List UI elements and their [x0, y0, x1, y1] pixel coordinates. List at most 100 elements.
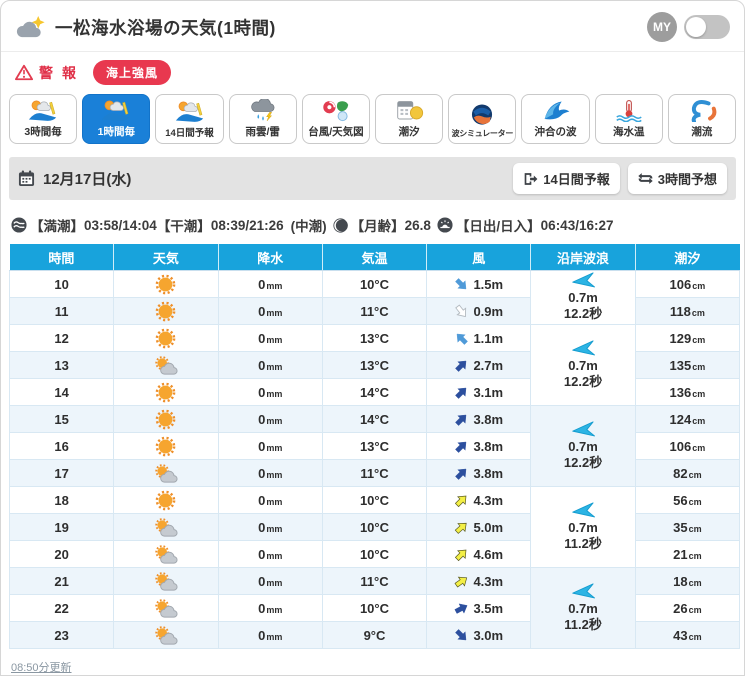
- wind-arrow-icon: [455, 549, 467, 561]
- moon-age-label: 【月齢】: [350, 219, 405, 234]
- tab-label: 潮流: [691, 126, 713, 138]
- date-bar-buttons: 14日間予報 3時間予想: [513, 163, 727, 194]
- my-area: MY: [647, 12, 730, 42]
- wave-height: 0.7m: [568, 519, 598, 535]
- precip-cell: 0mm: [217, 324, 323, 352]
- unit-label: cm: [692, 415, 706, 426]
- date-label: 12月17日(水): [43, 171, 132, 188]
- button-label: 14日間予報: [543, 172, 610, 187]
- toggle-knob: [686, 17, 706, 37]
- wind-wrap: 5.0m: [427, 520, 530, 535]
- temp-cell: 10°C: [321, 594, 428, 622]
- wave-height: 0.7m: [568, 438, 598, 454]
- page: 一松海水浴場の天気(1時間) MY 警報 海上強風 3時間毎 1時間毎 14日間…: [0, 0, 745, 676]
- weather-partly-icon: [155, 571, 178, 591]
- column-header: 気温: [322, 244, 428, 271]
- temp-cell: 14°C: [321, 405, 428, 433]
- precip-cell: 0mm: [217, 297, 323, 325]
- wave-direction-arrow-icon: [571, 272, 595, 288]
- wind-speed: 3.5m: [473, 600, 504, 616]
- weather-cell: [113, 378, 219, 406]
- weather-partly-icon: [155, 625, 178, 645]
- tide-level-cell: 43cm: [634, 621, 741, 649]
- tab-tide[interactable]: 潮汐: [375, 94, 444, 144]
- weather-cell: [113, 540, 219, 568]
- unit-label: mm: [266, 577, 283, 588]
- tab-label: 14日間予報: [165, 128, 214, 139]
- tab-label: 雨雲/雷: [245, 126, 280, 138]
- wind-cell: 5.0m: [426, 513, 532, 541]
- hour-cell: 19: [8, 513, 115, 541]
- button-3hour-forecast[interactable]: 3時間予想: [627, 163, 727, 194]
- hour-cell: 16: [8, 432, 115, 460]
- hour-cell: 10: [8, 270, 115, 298]
- tide-wave-icon: [11, 217, 27, 233]
- my-toggle[interactable]: [684, 15, 730, 39]
- tide-level-cell: 82cm: [634, 459, 741, 487]
- typhoon-map-icon: [323, 101, 349, 122]
- forecast-row: 12 0mm 13°C 1.1m 0.7m 12.2秒 129cm: [8, 324, 741, 406]
- wind-speed: 5.0m: [473, 519, 504, 535]
- hour-cell: 20: [8, 540, 115, 568]
- temp-cell: 13°C: [321, 351, 428, 379]
- wave-direction-arrow-icon: [571, 340, 595, 356]
- wind-speed: 2.7m: [473, 357, 504, 373]
- wind-arrow-icon: [454, 603, 468, 614]
- wind-speed: 0.9m: [473, 303, 504, 319]
- wave-direction-arrow-icon: [571, 583, 595, 599]
- hour-cell: 18: [8, 486, 115, 514]
- my-badge[interactable]: MY: [647, 12, 677, 42]
- button-14day-forecast[interactable]: 14日間予報: [513, 163, 620, 194]
- tab-offshore[interactable]: 沖合の波: [521, 94, 590, 144]
- tab-14day[interactable]: 14日間予報: [155, 94, 224, 144]
- wind-arrow-icon: [455, 303, 467, 317]
- wind-cell: 3.1m: [426, 378, 532, 406]
- wind-arrow-icon: [455, 360, 467, 372]
- temp-cell: 11°C: [321, 567, 428, 595]
- tide-phase: (中潮): [290, 219, 327, 234]
- tide-level-cell: 18cm: [634, 567, 741, 595]
- coastal-wave-cell: 0.7m 12.2秒: [530, 324, 636, 406]
- temp-cell: 11°C: [321, 459, 428, 487]
- wave-period: 12.2秒: [563, 454, 603, 470]
- unit-label: mm: [266, 631, 283, 642]
- column-header: 天気: [113, 244, 219, 271]
- tab-wavesim[interactable]: 波シミュレーター: [448, 94, 517, 144]
- tab-typhoon[interactable]: 台風/天気図: [301, 94, 371, 144]
- tab-current[interactable]: 潮流: [667, 94, 737, 144]
- tab-seatemp[interactable]: 海水温: [594, 94, 663, 144]
- sunrise-sunset-value: 06:43/16:27: [540, 217, 614, 233]
- coastal-wave-cell: 0.7m 12.2秒: [530, 270, 636, 325]
- wind-arrow-icon: [455, 441, 467, 453]
- weather-cell: [113, 297, 219, 325]
- precip-cell: 0mm: [217, 486, 323, 514]
- wind-speed: 3.8m: [473, 411, 504, 427]
- unit-label: cm: [692, 280, 706, 291]
- unit-label: cm: [692, 334, 706, 345]
- precip-cell: 0mm: [217, 351, 323, 379]
- tide-level-cell: 118cm: [634, 297, 741, 325]
- wind-wrap: 3.8m: [427, 466, 530, 481]
- forecast-row: 15 0mm 14°C 3.8m 0.7m 12.2秒 124cm: [8, 405, 741, 487]
- weather-cell: [113, 432, 219, 460]
- tab-raincloud[interactable]: 雨雲/雷: [228, 94, 297, 144]
- swap-arrows-icon: [638, 173, 653, 184]
- wind-wrap: 3.1m: [427, 385, 530, 400]
- forecast-row: 10 0mm 10°C 1.5m 0.7m 12.2秒 106cm: [8, 270, 741, 325]
- title-bar: 一松海水浴場の天気(1時間) MY: [1, 1, 744, 52]
- updated-link[interactable]: 08:50分更新: [11, 659, 72, 675]
- tab-3h[interactable]: 3時間毎: [9, 94, 78, 144]
- warning-label: 警報: [39, 64, 85, 81]
- weather-cell: [113, 621, 219, 649]
- calendar-icon: [18, 170, 35, 187]
- warning-badge[interactable]: 海上強風: [93, 60, 172, 85]
- precip-cell: 0mm: [217, 432, 323, 460]
- tab-1h[interactable]: 1時間毎: [82, 94, 151, 144]
- weather-partly-icon: [155, 517, 178, 537]
- weather-partly-icon: [155, 544, 178, 564]
- weather-partly-icon: [155, 463, 178, 483]
- wind-cell: 1.5m: [426, 270, 532, 298]
- weather-partly-icon: [155, 598, 178, 618]
- wave-height: 0.7m: [568, 290, 598, 306]
- date-bar: 12月17日(水) 14日間予報 3時間予想: [9, 157, 736, 200]
